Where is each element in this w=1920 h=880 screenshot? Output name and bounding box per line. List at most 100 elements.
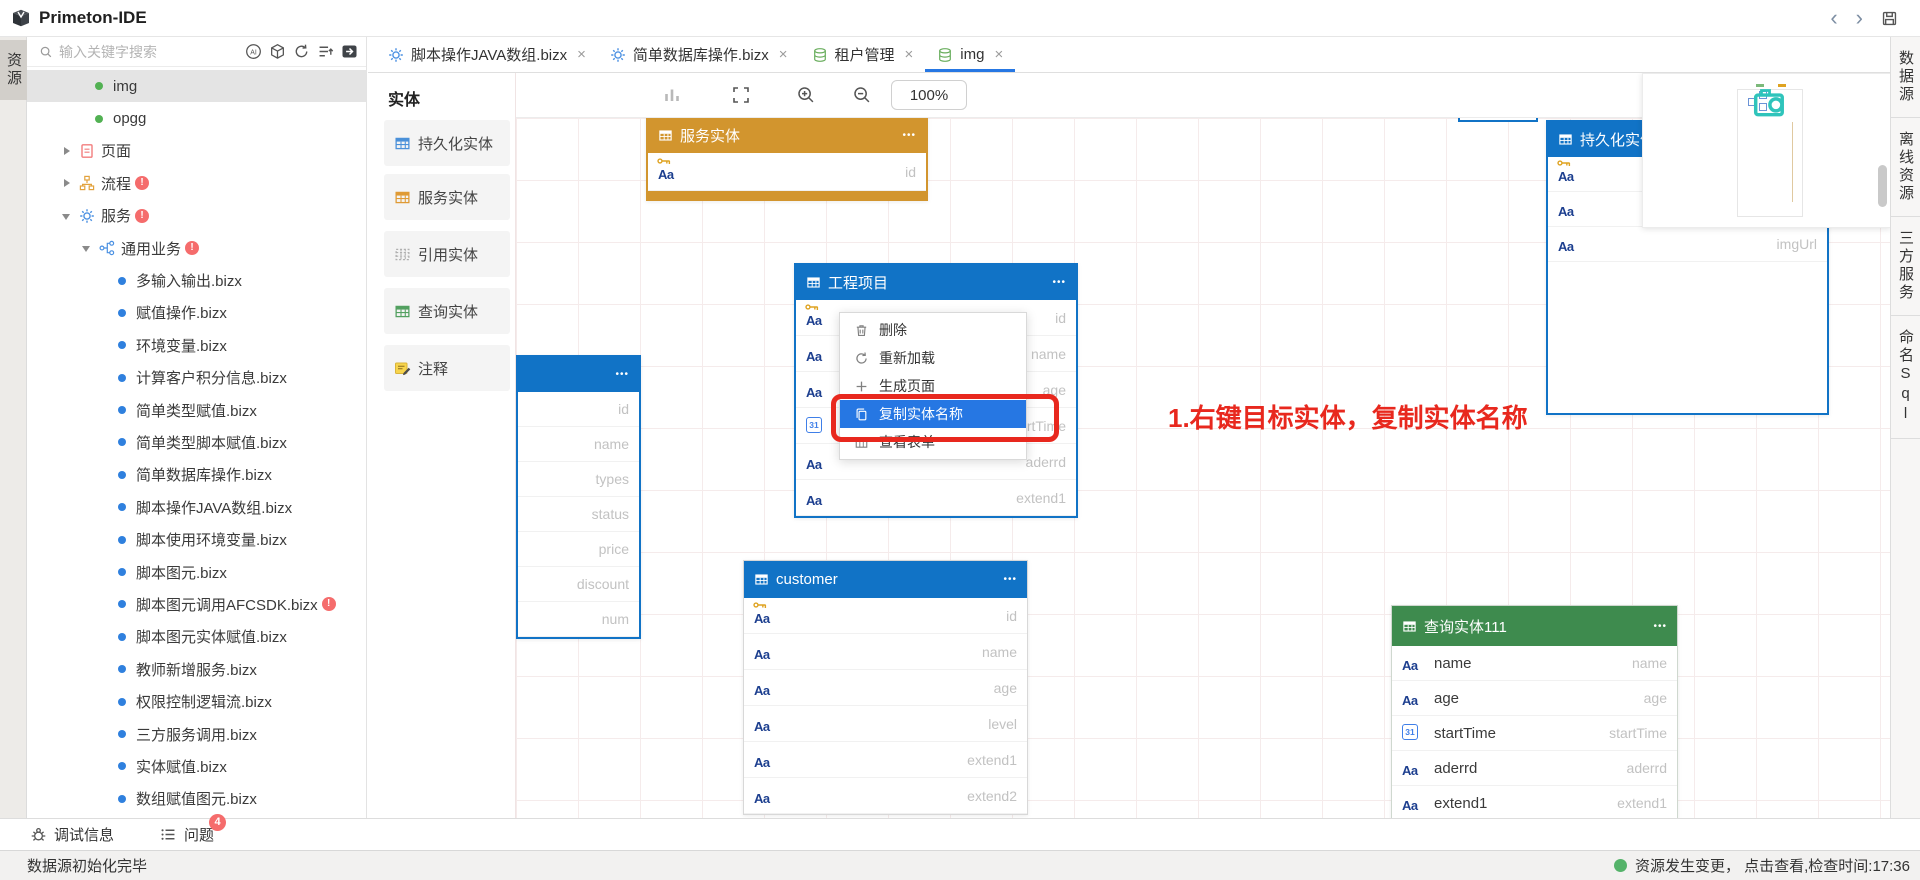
ai-assist-icon[interactable] — [245, 43, 262, 60]
save-icon[interactable] — [1881, 10, 1898, 27]
tree-item[interactable]: 赋值操作.bizx — [27, 297, 366, 329]
entity-card-clipped[interactable]: ••• Aa 31 id Aa — [516, 355, 641, 639]
entity-header[interactable]: ••• — [518, 357, 639, 392]
expand-arrow-icon[interactable] — [62, 178, 72, 188]
right-rail-tab[interactable]: 数据源 — [1891, 37, 1920, 118]
entity-field-row[interactable]: Aa 31 num — [518, 602, 639, 637]
export-icon[interactable] — [341, 43, 358, 60]
new-model-icon[interactable] — [269, 43, 286, 60]
entity-field-row[interactable]: Aa 31 extend2 — [744, 778, 1027, 814]
more-icon[interactable]: ••• — [615, 369, 629, 380]
more-icon[interactable]: ••• — [1003, 574, 1017, 585]
palette-item[interactable]: 注释 — [384, 345, 510, 391]
tree-item[interactable]: 计算客户积分信息.bizx — [27, 362, 366, 394]
more-icon[interactable]: ••• — [1653, 621, 1667, 632]
close-icon[interactable]: × — [577, 46, 586, 63]
tree-item[interactable]: 脚本使用环境变量.bizx — [27, 523, 366, 555]
expand-arrow-icon[interactable] — [62, 211, 72, 221]
tree-item[interactable]: 简单类型赋值.bizx — [27, 394, 366, 426]
entity-field-row[interactable]: Aa 31 name name — [1392, 646, 1677, 681]
entity-field-row[interactable]: Aa 31 types — [518, 462, 639, 497]
tree-item[interactable]: 流程 ! — [27, 167, 366, 199]
tree-item[interactable]: 服务 ! — [27, 200, 366, 232]
right-rail-tab[interactable]: 离线资源 — [1891, 118, 1920, 217]
entity-field-row[interactable]: Aa 31 age — [744, 670, 1027, 706]
entity-field-row[interactable]: Aa 31 name — [744, 634, 1027, 670]
tree-item[interactable]: 多输入输出.bizx — [27, 264, 366, 296]
search-input[interactable] — [59, 44, 199, 60]
editor-tab[interactable]: 简单数据库操作.bizx × — [598, 37, 800, 72]
entity-card-query[interactable]: 查询实体111 ••• Aa 31 name name — [1391, 605, 1678, 818]
tree-item[interactable]: opgg — [27, 102, 366, 134]
entity-header[interactable]: 工程项目 ••• — [796, 265, 1076, 300]
close-icon[interactable]: × — [994, 46, 1003, 63]
editor-tab[interactable]: 租户管理 × — [800, 37, 926, 72]
entity-field-row[interactable]: Aa 31 id — [744, 598, 1027, 634]
entity-field-row[interactable]: Aa 31 extend1 — [796, 480, 1076, 516]
entity-field-row[interactable]: Aa 31 age age — [1392, 681, 1677, 716]
tree-item[interactable]: 三方服务调用.bizx — [27, 718, 366, 750]
status-right-text[interactable]: 资源发生变更， 点击查看,检查时间:17:36 — [1635, 855, 1910, 876]
expand-arrow-icon[interactable] — [82, 243, 92, 253]
entity-field-row[interactable]: Aa 31 status — [518, 497, 639, 532]
fit-screen-icon[interactable] — [731, 85, 751, 105]
tree-item[interactable]: 脚本图元实体赋值.bizx — [27, 621, 366, 653]
tree-item[interactable]: 数组赋值图元.bizx — [27, 783, 366, 815]
tree-item[interactable]: 脚本图元.bizx — [27, 556, 366, 588]
expand-arrow-icon[interactable] — [62, 146, 72, 156]
entity-card-customer[interactable]: customer ••• Aa 31 id — [743, 560, 1028, 815]
entity-card-service[interactable]: 服务实体 ••• Aa 31 id — [646, 116, 928, 201]
entity-field-row[interactable]: Aa 31 discount — [518, 567, 639, 602]
tree-item[interactable]: 教师新增服务.bizx — [27, 653, 366, 685]
tree-item[interactable]: 页面 — [27, 135, 366, 167]
close-icon[interactable]: × — [905, 46, 914, 63]
tree-item[interactable]: img — [27, 70, 366, 102]
context-menu-item[interactable]: 删除 — [840, 316, 1026, 344]
refresh-icon[interactable] — [293, 43, 310, 60]
entity-field-row[interactable]: Aa 31 startTime startTime — [1392, 716, 1677, 751]
tree-item[interactable]: 简单数据库操作.bizx — [27, 459, 366, 491]
forward-icon[interactable]: › — [1856, 8, 1863, 28]
entity-field-row[interactable]: Aa 31 extend1 extend1 — [1392, 786, 1677, 818]
entity-field-row[interactable]: Aa 31 id — [518, 392, 639, 427]
entity-header[interactable]: 服务实体 ••• — [648, 118, 926, 153]
right-rail-tab[interactable]: 命名Sql — [1891, 316, 1920, 439]
close-icon[interactable]: × — [779, 46, 788, 63]
rail-tab-resources[interactable]: 资源 — [0, 40, 27, 100]
entity-header[interactable]: 查询实体111 ••• — [1392, 606, 1677, 646]
editor-tab[interactable]: 脚本操作JAVA数组.bizx × — [376, 37, 598, 72]
debug-info-button[interactable]: 调试信息 — [30, 824, 114, 845]
palette-item[interactable]: 服务实体 — [384, 174, 510, 220]
back-icon[interactable]: ‹ — [1830, 8, 1837, 28]
palette-item[interactable]: 引用实体 — [384, 231, 510, 277]
entity-field-row[interactable]: Aa 31 aderrd aderrd — [1392, 751, 1677, 786]
zoom-level-box[interactable]: 100% — [891, 80, 967, 110]
entity-field-row[interactable]: Aa 31 level — [744, 706, 1027, 742]
tree-item[interactable]: 脚本操作JAVA数组.bizx — [27, 491, 366, 523]
context-menu-item[interactable]: 重新加载 — [840, 344, 1026, 372]
zoom-out-icon[interactable] — [852, 85, 872, 105]
chart-icon[interactable] — [662, 85, 682, 105]
entity-field-row[interactable]: Aa 31 imgUrl — [1548, 227, 1827, 262]
tree-item[interactable]: 实体赋值.bizx — [27, 750, 366, 782]
editor-tab[interactable]: img × — [925, 37, 1015, 72]
zoom-in-icon[interactable] — [796, 85, 816, 105]
entity-field-row[interactable]: Aa 31 price — [518, 532, 639, 567]
entity-header[interactable]: customer ••• — [744, 561, 1027, 598]
right-rail-tab[interactable]: 三方服务 — [1891, 217, 1920, 316]
entity-field-row[interactable]: Aa 31 name — [518, 427, 639, 462]
entity-field-row[interactable]: Aa 31 id — [648, 153, 926, 191]
problems-button[interactable]: 问题 4 — [160, 824, 214, 845]
tree-item[interactable]: 通用业务 ! — [27, 232, 366, 264]
more-icon[interactable]: ••• — [902, 130, 916, 141]
palette-item[interactable]: 查询实体 — [384, 288, 510, 334]
outline-list-icon[interactable] — [317, 43, 334, 60]
entity-field-row[interactable]: Aa 31 extend1 — [744, 742, 1027, 778]
palette-item[interactable]: 持久化实体 — [384, 120, 510, 166]
more-icon[interactable]: ••• — [1052, 277, 1066, 288]
tree-item[interactable]: 环境变量.bizx — [27, 329, 366, 361]
entity-designer-canvas[interactable]: 100% 服务实体 ••• Aa 31 — [368, 73, 1890, 818]
canvas-scrollbar-thumb[interactable] — [1878, 165, 1887, 207]
tree-item[interactable]: 脚本图元调用AFCSDK.bizx ! — [27, 588, 366, 620]
tree-item[interactable]: 权限控制逻辑流.bizx — [27, 685, 366, 717]
